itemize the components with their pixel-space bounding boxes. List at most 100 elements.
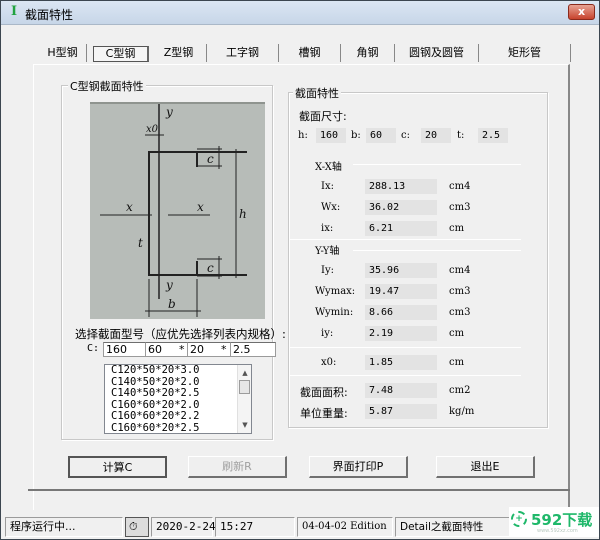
- wymin-label: Wymin:: [315, 307, 354, 318]
- iy-moment-value: 35.96: [365, 263, 437, 278]
- iy-radius-value: 2.19: [365, 326, 437, 341]
- c-section-diagram: y x0 x x c c h t y b: [90, 102, 265, 319]
- ix-moment-value: 288.13: [365, 179, 437, 194]
- refresh-button[interactable]: 刷新R: [188, 456, 287, 478]
- label-y-top: y: [165, 105, 173, 119]
- size-value-c: 20: [421, 128, 451, 143]
- ix-moment-unit: cm4: [449, 181, 471, 192]
- scroll-up-arrow-icon[interactable]: ▲: [238, 367, 251, 379]
- separator-line: [353, 164, 521, 165]
- wymin-value: 8.66: [365, 305, 437, 320]
- ix-radius-label: ix:: [321, 223, 334, 234]
- wx-value: 36.02: [365, 200, 437, 215]
- wymin-unit: cm3: [449, 307, 471, 318]
- area-unit: cm2: [449, 385, 471, 396]
- status-module: Detail之截面特性: [395, 517, 515, 537]
- label-c-bottom: c: [207, 261, 214, 275]
- size-title: 截面尺寸:: [299, 110, 347, 123]
- print-button[interactable]: 界面打印P: [309, 456, 408, 478]
- wymax-unit: cm3: [449, 286, 471, 297]
- i-beam-icon: I: [10, 4, 18, 19]
- wymax-value: 19.47: [365, 284, 437, 299]
- watermark-url: www.592xz.com: [537, 528, 578, 534]
- size-value-t: 2.5: [478, 128, 508, 143]
- size-label-t: t:: [457, 130, 465, 141]
- watermark-text: 592下载: [531, 511, 593, 529]
- label-x0: x0: [146, 124, 159, 135]
- area-value: 7.48: [365, 383, 437, 398]
- h-input[interactable]: [103, 342, 149, 357]
- separator: *: [179, 343, 185, 356]
- title-bar[interactable]: I 截面特性 x: [1, 1, 599, 25]
- iy-moment-unit: cm4: [449, 265, 471, 276]
- list-item[interactable]: C160*60*20*2.2: [105, 410, 251, 423]
- ix-radius-value: 6.21: [365, 221, 437, 236]
- label-x-right: x: [197, 200, 204, 214]
- label-b: b: [168, 297, 176, 311]
- list-item[interactable]: C140*50*20*2.5: [105, 387, 251, 400]
- size-label-b: b:: [351, 130, 361, 141]
- group-title: 截面特性: [293, 85, 341, 101]
- area-label: 截面面积:: [300, 386, 348, 399]
- ix-moment-label: Ix:: [321, 181, 334, 192]
- weight-unit: kg/m: [449, 406, 475, 417]
- group-title: C型钢截面特性: [68, 78, 146, 94]
- separator-line: [289, 375, 521, 376]
- tab-i-beam[interactable]: 工字钢: [207, 44, 279, 62]
- main-window: I 截面特性 x H型钢 C型钢 Z型钢 工字钢 槽钢 角钢 圆钢及圆管 矩形管…: [0, 0, 600, 540]
- iy-moment-label: Iy:: [321, 265, 334, 276]
- status-edition: 04-04-02 Edition: [297, 517, 393, 537]
- wx-label: Wx:: [321, 202, 341, 213]
- iy-radius-unit: cm: [449, 328, 465, 339]
- watermark-icon: +: [511, 511, 527, 527]
- watermark-logo: + 592下载 www.592xz.com: [509, 507, 599, 537]
- list-scrollbar[interactable]: ▲ ▼: [237, 365, 251, 433]
- tab-c-steel[interactable]: C型钢: [93, 46, 149, 62]
- separator-line: [353, 250, 521, 251]
- weight-value: 5.87: [365, 404, 437, 419]
- tab-round[interactable]: 圆钢及圆管: [395, 44, 479, 62]
- wymax-label: Wymax:: [315, 286, 356, 297]
- size-value-h: 160: [316, 128, 346, 143]
- exit-button[interactable]: 退出E: [436, 456, 535, 478]
- select-section-label: 选择截面型号（应优先选择列表内规格）:: [75, 327, 286, 341]
- size-label-c: c:: [401, 130, 410, 141]
- label-y-bottom: y: [165, 278, 173, 292]
- scroll-down-arrow-icon[interactable]: ▼: [238, 419, 251, 431]
- tab-z-steel[interactable]: Z型钢: [151, 44, 207, 62]
- c-prefix-label: C:: [87, 343, 100, 354]
- list-item[interactable]: C120*50*20*3.0: [105, 365, 251, 377]
- ix-radius-unit: cm: [449, 223, 465, 234]
- separator: *: [221, 343, 227, 356]
- tab-channel[interactable]: 槽钢: [279, 44, 341, 62]
- status-time: 15:27: [215, 517, 295, 537]
- stopwatch-icon: ⏱: [125, 517, 149, 537]
- status-date: 2020-2-24: [151, 517, 216, 537]
- scroll-thumb[interactable]: [239, 380, 250, 394]
- label-x-left: x: [126, 200, 133, 214]
- size-value-b: 60: [366, 128, 396, 143]
- size-label-h: h:: [298, 130, 308, 141]
- x0-label: x0:: [321, 357, 337, 368]
- status-text: 程序运行中...: [5, 517, 123, 537]
- t-input[interactable]: [230, 342, 276, 357]
- xx-axis-title: X-X轴: [315, 162, 342, 173]
- label-h: h: [239, 207, 247, 221]
- weight-label: 单位重量:: [300, 407, 348, 420]
- tab-angle[interactable]: 角钢: [341, 44, 395, 62]
- separator-line: [289, 239, 521, 240]
- c-section-drawing: y x0 x x c c h t y b: [100, 104, 247, 317]
- list-item[interactable]: C160*60*20*2.5: [105, 422, 251, 433]
- close-button[interactable]: x: [568, 4, 595, 20]
- calculate-button[interactable]: 计算C: [68, 456, 167, 478]
- tab-rect-tube[interactable]: 矩形管: [479, 44, 571, 62]
- section-type-tabs: H型钢 C型钢 Z型钢 工字钢 槽钢 角钢 圆钢及圆管 矩形管: [39, 44, 575, 64]
- divider: [28, 489, 570, 491]
- label-t: t: [138, 236, 143, 250]
- x0-unit: cm: [449, 357, 465, 368]
- label-c-top: c: [207, 152, 214, 166]
- iy-radius-label: iy:: [321, 328, 334, 339]
- tab-h-steel[interactable]: H型钢: [39, 44, 87, 62]
- section-spec-list[interactable]: C120*50*20*3.0 C140*50*20*2.0 C140*50*20…: [104, 364, 252, 434]
- wx-unit: cm3: [449, 202, 471, 213]
